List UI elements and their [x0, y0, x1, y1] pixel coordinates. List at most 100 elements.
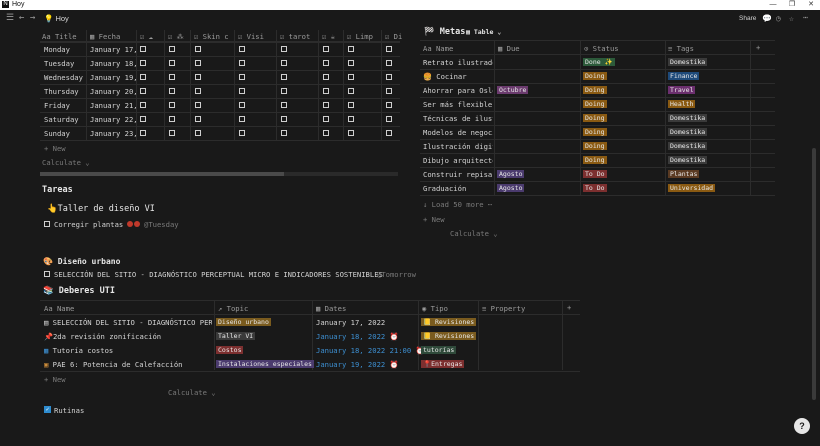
habit-checkbox[interactable]	[239, 60, 245, 66]
habit-checkbox[interactable]	[169, 88, 175, 94]
task-label[interactable]: Corregir plantas	[54, 220, 123, 229]
habit-checkbox[interactable]	[348, 60, 354, 66]
habit-checkbox[interactable]	[386, 46, 392, 52]
deberes-row[interactable]: ▦ Tutoría costos Costos January 18, 2022…	[40, 343, 580, 357]
habit-checkbox[interactable]	[348, 130, 354, 136]
habit-checkbox[interactable]	[140, 102, 146, 108]
habit-checkbox[interactable]	[281, 102, 287, 108]
task-date[interactable]: @Tuesday	[144, 220, 179, 229]
habit-checkbox[interactable]	[239, 46, 245, 52]
comments-icon[interactable]: 💬	[762, 14, 772, 23]
metas-row[interactable]: Ilustración digital Doing Domestika	[420, 139, 775, 154]
weekly-row[interactable]: Sunday January 23,	[40, 126, 400, 140]
weekly-hscroll-thumb[interactable]	[40, 172, 284, 176]
back-icon[interactable]: ←	[19, 13, 24, 23]
habit-checkbox[interactable]	[195, 130, 201, 136]
habit-checkbox[interactable]	[169, 102, 175, 108]
metas-row[interactable]: Graduación Agosto To Do Universidad	[420, 181, 775, 196]
weekly-row[interactable]: Monday January 17,	[40, 42, 400, 56]
habit-checkbox[interactable]	[169, 74, 175, 80]
habit-checkbox[interactable]	[281, 60, 287, 66]
deberes-calculate[interactable]: Calculate ⌄	[168, 388, 216, 397]
col-dates[interactable]: ▦ Dates	[316, 304, 346, 313]
habit-checkbox[interactable]	[140, 60, 146, 66]
col-name[interactable]: Aa Name	[44, 304, 74, 313]
add-column-button[interactable]: +	[567, 303, 571, 312]
habit-checkbox[interactable]	[195, 116, 201, 122]
habit-checkbox[interactable]	[348, 102, 354, 108]
habit-checkbox[interactable]	[281, 130, 287, 136]
metas-row[interactable]: Modelos de negocio Doing Domestika	[420, 125, 775, 140]
habit-checkbox[interactable]	[239, 102, 245, 108]
more-icon[interactable]: ⋯	[803, 13, 808, 22]
col-topic[interactable]: ↗ Topic	[218, 304, 248, 313]
habit-checkbox[interactable]	[140, 116, 146, 122]
deberes-row[interactable]: 📌2da revisión zonificación Taller VI Jan…	[40, 329, 580, 343]
minimize-button[interactable]: —	[764, 0, 782, 10]
vertical-scrollbar[interactable]	[812, 148, 816, 400]
habit-checkbox[interactable]	[348, 74, 354, 80]
weekly-row[interactable]: Tuesday January 18,	[40, 56, 400, 70]
weekly-row[interactable]: Wednesday January 19,	[40, 70, 400, 84]
col-di[interactable]: ☑ Di	[385, 32, 402, 41]
weekly-row[interactable]: Friday January 21,	[40, 98, 400, 112]
rutinas-checkbox[interactable]: ✓	[44, 406, 51, 413]
habit-checkbox[interactable]	[140, 88, 146, 94]
habit-checkbox[interactable]	[140, 130, 146, 136]
history-icon[interactable]: ◷	[776, 14, 781, 23]
habit-checkbox[interactable]	[195, 88, 201, 94]
habit-checkbox[interactable]	[239, 88, 245, 94]
metas-view-selector[interactable]: ▦ Table ⌄	[466, 28, 501, 36]
close-button[interactable]: ✕	[802, 0, 820, 10]
col-tags[interactable]: ≡ Tags	[668, 44, 694, 53]
metas-row[interactable]: Ahorrar para Oslo Octubre Doing Travel	[420, 83, 775, 98]
col-status[interactable]: ⊙ Status	[584, 44, 619, 53]
habit-checkbox[interactable]	[169, 60, 175, 66]
habit-checkbox[interactable]	[140, 46, 146, 52]
habit-checkbox[interactable]	[323, 46, 329, 52]
habit-checkbox[interactable]	[281, 74, 287, 80]
habit-checkbox[interactable]	[239, 116, 245, 122]
habit-checkbox[interactable]	[386, 74, 392, 80]
load-more-button[interactable]: ↓ Load 50 more ⋯	[423, 200, 492, 209]
diseno-task-checkbox[interactable]	[44, 271, 50, 277]
task-checkbox[interactable]	[44, 221, 50, 227]
col-skin-care[interactable]: ☑ Skin c	[194, 32, 229, 41]
metas-row[interactable]: Técnicas de ilustr Doing Domestika	[420, 111, 775, 126]
col-habit-2[interactable]: ☑ ⁂	[168, 32, 184, 41]
metas-calculate[interactable]: Calculate ⌄	[450, 229, 498, 238]
weekly-row[interactable]: Thursday January 20,	[40, 84, 400, 98]
deberes-row[interactable]: ▣ PAE 6: Potencia de Calefacción Instala…	[40, 357, 580, 371]
favorite-icon[interactable]: ☆	[789, 14, 794, 23]
metas-row[interactable]: Ser más flexible Doing Health	[420, 97, 775, 112]
col-habit-1[interactable]: ☑ ☁	[140, 32, 153, 41]
col-tipo[interactable]: ◉ Tipo	[422, 304, 448, 313]
habit-checkbox[interactable]	[281, 116, 287, 122]
habit-checkbox[interactable]	[281, 88, 287, 94]
weekly-new-button[interactable]: + New	[44, 144, 66, 153]
habit-checkbox[interactable]	[323, 116, 329, 122]
habit-checkbox[interactable]	[348, 88, 354, 94]
col-limpieza[interactable]: ☑ Limp	[347, 32, 373, 41]
col-name[interactable]: Aa Name	[423, 44, 453, 53]
menu-icon[interactable]: ☰	[6, 13, 14, 23]
habit-checkbox[interactable]	[169, 46, 175, 52]
col-title[interactable]: Aa Title	[42, 32, 77, 41]
metas-row[interactable]: Retrato ilustrado c Done ✨ Domestika	[420, 55, 775, 70]
metas-new-button[interactable]: + New	[423, 215, 445, 224]
habit-checkbox[interactable]	[323, 88, 329, 94]
habit-checkbox[interactable]	[323, 74, 329, 80]
habit-checkbox[interactable]	[281, 46, 287, 52]
share-button[interactable]: Share	[739, 15, 756, 22]
col-tarot[interactable]: ☑ tarot	[280, 32, 310, 41]
habit-checkbox[interactable]	[239, 74, 245, 80]
col-fecha[interactable]: ▦ Fecha	[90, 32, 120, 41]
forward-icon[interactable]: →	[30, 13, 35, 23]
col-due[interactable]: ▦ Due	[498, 44, 520, 53]
weekly-calculate[interactable]: Calculate ⌄	[42, 158, 90, 167]
breadcrumb[interactable]: 💡 Hoy	[44, 14, 69, 23]
diseno-task-date[interactable]: @Tomorrow	[377, 270, 416, 279]
add-column-button[interactable]: +	[756, 43, 760, 52]
habit-checkbox[interactable]	[386, 116, 392, 122]
habit-checkbox[interactable]	[386, 60, 392, 66]
